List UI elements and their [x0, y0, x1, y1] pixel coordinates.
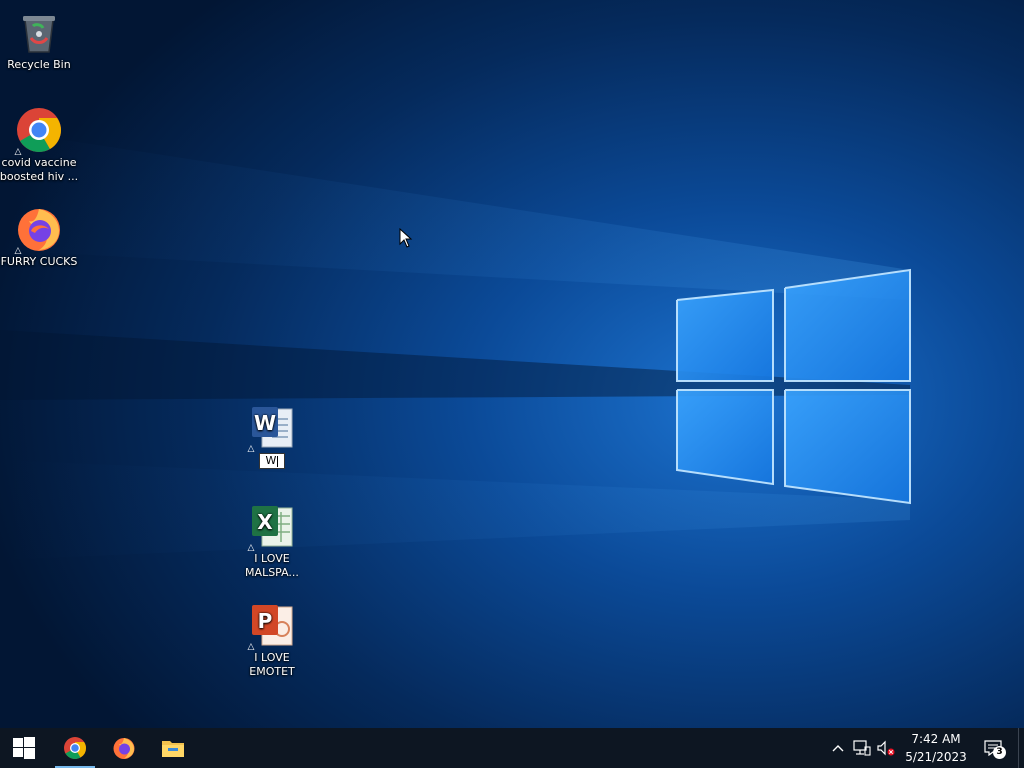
network-button[interactable] [851, 728, 873, 768]
clock-date: 5/21/2023 [905, 750, 967, 764]
desktop-icon-powerpoint-document[interactable]: P △ I LOVE EMOTET [230, 601, 314, 679]
shortcut-arrow-icon: △ [247, 642, 255, 652]
excel-icon: X △ [247, 502, 296, 553]
shortcut-arrow-icon: △ [14, 246, 22, 256]
shortcut-arrow-icon: △ [247, 444, 255, 454]
taskbar-firefox-button[interactable] [100, 728, 148, 768]
rename-input[interactable]: W [259, 453, 285, 469]
powerpoint-icon: P △ [247, 601, 296, 652]
chrome-icon: △ [14, 106, 63, 157]
clock-time: 7:42 AM [911, 732, 961, 746]
desktop-icon-firefox-shortcut[interactable]: △ FURRY CUCKS [0, 205, 81, 269]
word-icon: W △ [247, 403, 296, 454]
notification-count-badge: 3 [993, 746, 1006, 759]
mouse-cursor-icon [399, 227, 413, 248]
shortcut-arrow-icon: △ [247, 543, 255, 553]
svg-text:W: W [254, 411, 276, 435]
show-desktop-button[interactable] [1018, 728, 1024, 768]
taskbar: 7:42 AM 5/21/2023 3 [0, 728, 1024, 768]
desktop-icon-chrome-shortcut[interactable]: △ covid vaccine boosted hiv ... [0, 106, 81, 184]
desktop-icon-label: I LOVE EMOTET [249, 651, 295, 678]
desktop-icon-label: Recycle Bin [7, 58, 71, 71]
text-caret [277, 455, 279, 467]
network-icon [853, 740, 871, 756]
recycle-bin-icon [15, 8, 63, 56]
firefox-icon [113, 738, 135, 759]
volume-muted-icon [877, 740, 895, 756]
chrome-icon [64, 737, 86, 759]
taskbar-file-explorer-button[interactable] [149, 728, 197, 768]
chevron-up-icon [832, 745, 844, 752]
desktop-icon-label: covid vaccine boosted hiv ... [0, 156, 79, 183]
windows-start-icon [13, 737, 35, 759]
shortcut-arrow-icon: △ [14, 147, 22, 157]
volume-button[interactable] [875, 728, 897, 768]
desktop-icon-excel-document[interactable]: X △ I LOVE MALSPA... [230, 502, 314, 580]
taskbar-chrome-button[interactable] [51, 728, 99, 768]
show-hidden-icons-button[interactable] [828, 728, 848, 768]
start-button[interactable] [0, 728, 48, 768]
file-explorer-icon [162, 741, 184, 757]
taskbar-clock[interactable]: 7:42 AM 5/21/2023 [896, 730, 976, 766]
svg-text:P: P [258, 609, 273, 633]
desktop-icon-label: FURRY CUCKS [0, 255, 78, 268]
action-center-button[interactable]: 3 [980, 728, 1006, 768]
desktop-icon-label: I LOVE MALSPA... [245, 552, 299, 579]
svg-text:X: X [257, 510, 273, 534]
desktop-icon-recycle-bin[interactable]: Recycle Bin [0, 8, 81, 72]
desktop-wallpaper [0, 0, 1024, 728]
rename-input-value: W [265, 454, 277, 467]
firefox-icon: △ [14, 205, 63, 256]
desktop-icon-word-document[interactable]: W △ W [230, 403, 314, 469]
